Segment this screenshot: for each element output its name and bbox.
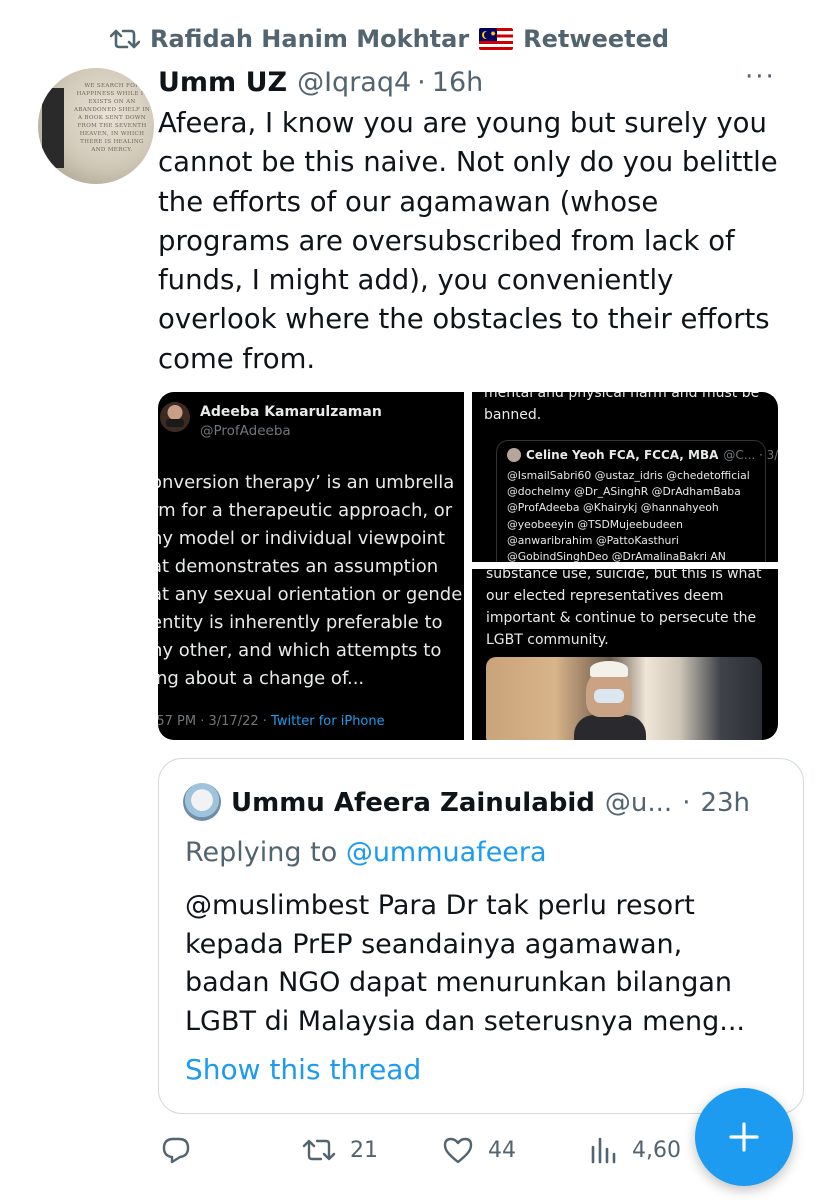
compose-button[interactable] xyxy=(695,1088,793,1186)
author-name[interactable]: Umm UZ xyxy=(158,67,287,98)
action-bar: 21 44 4,60 xyxy=(160,1130,760,1170)
tweet-text: Afeera, I know you are young but surely … xyxy=(158,107,778,375)
embedded-text-line: at demonstrates an assumption xyxy=(158,556,439,577)
tweet-time[interactable]: 16h xyxy=(432,67,483,98)
reply-button[interactable] xyxy=(160,1130,192,1170)
embedded-text-line: ny other, and which attempts to xyxy=(158,640,442,661)
heart-icon xyxy=(443,1137,473,1164)
retweet-icon xyxy=(110,29,140,49)
embedded-avatar xyxy=(160,402,190,432)
retweeter-name[interactable]: Rafidah Hanim Mokhtar xyxy=(150,25,469,53)
replying-to: Replying to @ummuafeera xyxy=(185,837,547,868)
separator-dot: · xyxy=(682,788,691,818)
embedded-meta: :57 PM · 3/17/22 · Twitter for iPhone xyxy=(158,714,385,729)
media-image-3[interactable]: substance use, suicide, but this is what… xyxy=(472,569,778,740)
quoted-tweet[interactable]: Ummu Afeera Zainulabid @u... · 23h Reply… xyxy=(158,758,804,1114)
embedded-author-handle: @ProfAdeeba xyxy=(200,423,291,439)
embedded-text-line: entity is inherently preferable to xyxy=(158,612,443,633)
retweet-icon xyxy=(302,1139,336,1161)
embedded-quote-header: Celine Yeoh FCA, FCCA, MBA @C... · 3/17/… xyxy=(507,448,778,462)
embedded-quote-text: @IsmailSabri60 @ustaz_idris @chedetoffic… xyxy=(507,469,750,562)
retweet-header[interactable]: Rafidah Hanim Mokhtar ✸ Retweeted xyxy=(110,22,669,56)
replying-to-handle[interactable]: @ummuafeera xyxy=(346,837,547,868)
embedded-text-line: at any sexual orientation or gende xyxy=(158,584,463,605)
embedded-text-line: ing about a change of... xyxy=(158,668,365,689)
quoted-time[interactable]: 23h xyxy=(700,788,750,818)
embedded-source: Twitter for iPhone xyxy=(271,714,385,729)
analytics-icon xyxy=(591,1137,616,1164)
reply-icon xyxy=(162,1137,190,1164)
author-handle[interactable]: @Iqraq4 xyxy=(297,67,411,98)
embedded-text: mental and physical harm and must be ban… xyxy=(484,392,760,423)
avatar[interactable]: WE SEARCH FOR HAPPINESS WHILE IT EXISTS … xyxy=(38,68,154,184)
quoted-avatar[interactable] xyxy=(183,783,221,821)
quoted-text: @muslimbest Para Dr tak perlu resort kep… xyxy=(185,890,746,1037)
show-thread-link[interactable]: Show this thread xyxy=(185,1053,421,1086)
embedded-timestamp: :57 PM · 3/17/22 · xyxy=(158,714,272,729)
media-image-2[interactable]: mental and physical harm and must be ban… xyxy=(472,392,778,562)
views-count: 4,60 xyxy=(632,1137,681,1163)
like-count: 44 xyxy=(488,1137,516,1163)
separator-dot: · xyxy=(417,66,426,98)
retweeted-label: Retweeted xyxy=(523,25,670,53)
retweet-count: 21 xyxy=(350,1137,378,1163)
retweet-button[interactable]: 21 xyxy=(302,1130,378,1170)
malaysia-flag-icon: ✸ xyxy=(479,28,514,50)
compose-plus-icon xyxy=(729,1122,759,1152)
embedded-quote-avatar xyxy=(507,448,521,462)
media-image-1[interactable]: Adeeba Kamarulzaman @ProfAdeeba onversio… xyxy=(158,392,464,740)
replying-to-label: Replying to xyxy=(185,837,338,868)
embedded-quote-meta: @C... · 3/17/22 xyxy=(723,448,778,462)
embedded-quote-name: Celine Yeoh FCA, FCCA, MBA xyxy=(526,448,719,462)
embedded-quote: Celine Yeoh FCA, FCCA, MBA @C... · 3/17/… xyxy=(496,440,778,562)
embedded-photo xyxy=(486,657,762,740)
quoted-author-handle[interactable]: @u... xyxy=(605,788,672,818)
like-button[interactable]: 44 xyxy=(442,1130,516,1170)
embedded-text-line: ny model or individual viewpoint xyxy=(158,528,446,549)
tweet-author: Umm UZ @Iqraq4 · 16h xyxy=(158,64,483,100)
embedded-text-line: onversion therapy’ is an umbrella xyxy=(158,472,455,493)
media-grid[interactable]: Adeeba Kamarulzaman @ProfAdeeba onversio… xyxy=(158,392,778,740)
quoted-author-name[interactable]: Ummu Afeera Zainulabid xyxy=(231,788,595,818)
embedded-text-line: rm for a therapeutic approach, or xyxy=(158,500,453,521)
more-options-icon[interactable]: ··· xyxy=(745,62,776,92)
embedded-text: substance use, suicide, but this is what… xyxy=(486,569,762,648)
quoted-author: Ummu Afeera Zainulabid @u... · 23h xyxy=(231,785,750,821)
avatar-text: WE SEARCH FOR HAPPINESS WHILE IT EXISTS … xyxy=(73,83,151,153)
embedded-author-name: Adeeba Kamarulzaman xyxy=(200,404,382,420)
views-button[interactable]: 4,60 xyxy=(588,1130,681,1170)
